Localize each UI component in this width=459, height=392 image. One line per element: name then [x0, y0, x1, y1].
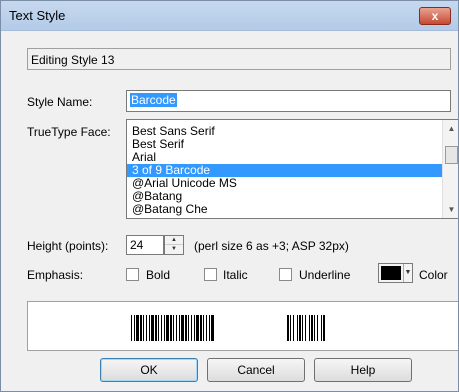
- close-icon: x: [431, 9, 439, 23]
- underline-label: Underline: [299, 268, 351, 282]
- style-name-input[interactable]: Barcode: [126, 90, 451, 112]
- text-style-dialog: Text Style x Editing Style 13 Style Name…: [0, 0, 459, 392]
- underline-checkbox[interactable]: [279, 268, 292, 281]
- ok-button[interactable]: OK: [100, 358, 198, 382]
- dialog-title: Text Style: [9, 8, 66, 23]
- bold-checkbox[interactable]: [126, 268, 139, 281]
- color-picker-button[interactable]: ▼: [378, 263, 413, 283]
- cancel-button[interactable]: Cancel: [207, 358, 305, 382]
- truetype-face-label: TrueType Face:: [27, 125, 111, 139]
- barcode-preview: [27, 301, 458, 351]
- status-text: Editing Style 13: [27, 48, 451, 70]
- style-name-label: Style Name:: [27, 95, 93, 109]
- help-button[interactable]: Help: [314, 358, 412, 382]
- scroll-up-icon[interactable]: ▲: [443, 120, 458, 137]
- scroll-thumb[interactable]: [445, 146, 458, 164]
- color-swatch: [381, 266, 401, 280]
- list-scrollbar[interactable]: ▲ ▼: [442, 120, 458, 218]
- height-spinner[interactable]: ▲ ▼: [164, 235, 184, 255]
- close-button[interactable]: x: [419, 7, 451, 25]
- italic-checkbox[interactable]: [204, 268, 217, 281]
- emphasis-label: Emphasis:: [27, 268, 84, 282]
- title-bar[interactable]: Text Style x: [1, 1, 458, 31]
- truetype-face-list[interactable]: Best Sans Serif Best Serif Arial 3 of 9 Bar…: [126, 119, 458, 219]
- chevron-down-icon: ▼: [403, 264, 412, 282]
- font-list-item[interactable]: Best Serif: [127, 138, 443, 151]
- style-name-value: Barcode: [130, 93, 177, 107]
- height-label: Height (points):: [27, 239, 109, 253]
- color-label: Color: [419, 268, 448, 282]
- scroll-down-icon[interactable]: ▼: [443, 201, 458, 218]
- barcode-graphic-2: [287, 315, 325, 341]
- italic-label: Italic: [223, 268, 248, 282]
- height-input[interactable]: 24: [126, 235, 164, 255]
- height-hint: (perl size 6 as +3; ASP 32px): [194, 239, 349, 253]
- spin-up-icon[interactable]: ▲: [165, 236, 183, 245]
- spin-down-icon[interactable]: ▼: [165, 245, 183, 254]
- barcode-graphic-1: [131, 315, 214, 341]
- bold-label: Bold: [146, 268, 171, 282]
- font-list-item[interactable]: @Batang Che: [127, 203, 443, 216]
- font-list-items: Best Sans Serif Best Serif Arial 3 of 9 Bar…: [127, 125, 443, 216]
